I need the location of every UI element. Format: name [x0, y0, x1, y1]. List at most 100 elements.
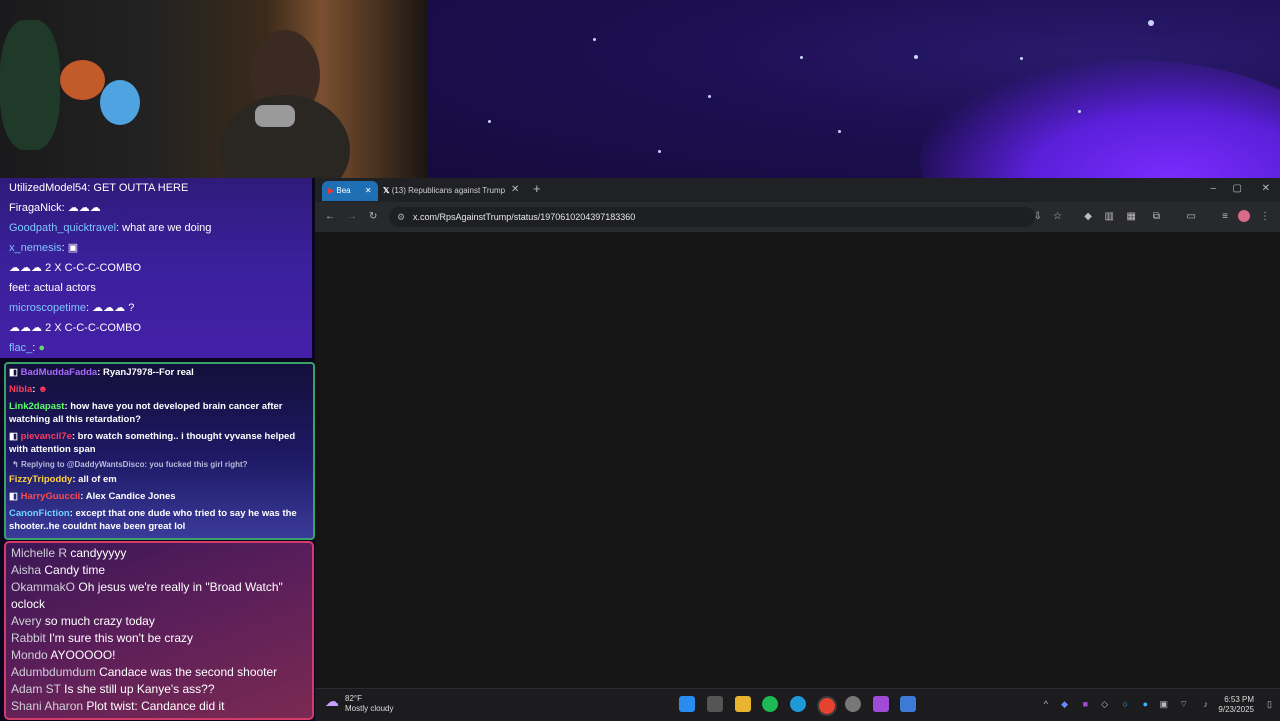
notification-icon[interactable]: ▯: [1267, 699, 1272, 710]
obs-icon[interactable]: [845, 696, 861, 712]
chat-username: Shani Aharon: [11, 699, 84, 713]
page-content: [315, 232, 1280, 688]
chat-line: FiragaNick: ☁☁☁: [0, 198, 312, 218]
chat-line: FizzyTripoddy: all of em: [9, 474, 117, 485]
chat-username: Adumbdumdum: [11, 665, 96, 679]
chat-panel-bottom: Michelle R candyyyyy Aisha Candy time Ok…: [4, 541, 314, 720]
star: [1148, 20, 1154, 26]
minimize-button[interactable]: –: [1210, 183, 1216, 195]
edge-icon[interactable]: [790, 696, 806, 712]
chat-line: Mondo AYOOOOO!: [6, 647, 312, 664]
weather-widget[interactable]: ☁ 82°F Mostly cloudy: [325, 694, 393, 714]
tray-app-icon[interactable]: ◆: [1061, 699, 1068, 710]
emote-icon: ☁☁☁: [9, 322, 46, 334]
chat-line: Michelle R candyyyyy: [6, 545, 312, 562]
tray-app-icon[interactable]: ■: [1083, 699, 1088, 709]
taskbar: ☁ 82°F Mostly cloudy ^ ◆ ■ ◇ ○ ● ▣ ⌔ ♪ 6…: [315, 688, 1280, 721]
address-bar[interactable]: ⚙ x.com/RpsAgainstTrump/status/197061020…: [389, 207, 1035, 227]
badge-icon: ◧: [9, 491, 21, 502]
chat-message: Candy time: [44, 563, 106, 577]
reply-context: ↰ Replying to @DaddyWantsDisco: you fuck…: [6, 458, 313, 471]
chat-username: Aisha: [11, 563, 42, 577]
extensions-puzzle-icon[interactable]: ⧉: [1153, 211, 1160, 223]
site-info-icon[interactable]: ⚙: [397, 207, 405, 227]
combo-text: 2 X C-C-C-COMBO: [45, 262, 142, 274]
extension-icon[interactable]: ▦: [1127, 211, 1136, 223]
chat-username: x_nemesis: [9, 242, 62, 254]
back-arrow-icon[interactable]: ←: [325, 211, 335, 223]
chat-message: Plot twist: Candance did it: [86, 699, 225, 713]
bookmark-star-icon[interactable]: ☆: [1053, 211, 1062, 223]
star: [593, 38, 596, 41]
tray-app-icon[interactable]: ○: [1123, 699, 1128, 709]
weather-temp: 82°F: [345, 694, 362, 703]
chat-username: Avery: [11, 614, 42, 628]
reload-icon[interactable]: ↻: [369, 211, 377, 223]
chat-username: OkammakO: [11, 580, 76, 594]
microphone-icon: [255, 105, 295, 127]
extension-icon[interactable]: ◆: [1084, 211, 1092, 223]
star: [658, 150, 661, 153]
clock-time: 6:53 PM: [1224, 695, 1254, 704]
chat-message: what are we doing: [122, 222, 212, 234]
profile-avatar[interactable]: [1238, 210, 1250, 222]
tab-close-icon[interactable]: ✕: [511, 184, 519, 196]
volume-icon[interactable]: ♪: [1204, 699, 1209, 709]
chat-line: Aisha Candy time: [6, 562, 312, 579]
forward-arrow-icon[interactable]: →: [347, 211, 357, 223]
task-view-icon[interactable]: [707, 696, 723, 712]
app-icon[interactable]: [873, 696, 889, 712]
browser-toolbar: ← → ↻ ⚙ x.com/RpsAgainstTrump/status/197…: [315, 202, 1280, 232]
tray-app-icon[interactable]: ◇: [1101, 699, 1108, 710]
spotify-icon[interactable]: [762, 696, 778, 712]
close-window-button[interactable]: ✕: [1262, 183, 1270, 195]
app-icon[interactable]: [900, 696, 916, 712]
maximize-button[interactable]: ▢: [1233, 183, 1242, 195]
star: [708, 95, 711, 98]
chat-message: so much crazy today: [44, 614, 155, 628]
chat-message: GET OUTTA HERE: [93, 182, 189, 194]
emote-icon: ☁☁☁: [9, 262, 46, 274]
tab-x[interactable]: 𝕏 (13) Republicans against Trump: [383, 181, 523, 201]
badge-icon: ◧: [9, 431, 21, 442]
file-explorer-icon[interactable]: [735, 696, 751, 712]
plush-toy-orange: [60, 60, 105, 100]
tray-chevron-icon[interactable]: ^: [1044, 699, 1048, 709]
url-text: x.com/RpsAgainstTrump/status/19706102043…: [413, 212, 636, 222]
install-icon[interactable]: ⇩: [1034, 211, 1042, 223]
tab-close-icon[interactable]: ✕: [365, 186, 372, 195]
chat-username: CanonFiction: [9, 508, 70, 519]
chat-line: microscopetime: ☁☁☁ ?: [0, 298, 312, 318]
new-tab-button[interactable]: +: [533, 182, 541, 195]
start-icon[interactable]: [679, 696, 695, 712]
chat-username: feet: [9, 282, 28, 294]
chat-line: ◧ pievancil7e: bro watch something.. i t…: [9, 431, 296, 455]
tray-app-icon[interactable]: ●: [1143, 699, 1148, 709]
media-icon[interactable]: ≡: [1222, 211, 1228, 223]
chat-username: BadMuddaFadda: [20, 367, 98, 378]
chat-message: I'm sure this won't be crazy: [49, 631, 193, 645]
emote-icon: ☁☁☁: [67, 202, 101, 214]
weather-desc: Mostly cloudy: [345, 704, 394, 713]
chrome-icon[interactable]: [817, 696, 837, 716]
reply-text: Replying to @DaddyWantsDisco: you fucked…: [20, 460, 248, 469]
clock-date: 9/23/2025: [1218, 705, 1254, 714]
chat-username: HarryGuuccii: [20, 491, 81, 502]
star: [800, 56, 803, 59]
menu-kebab-icon[interactable]: ⋮: [1260, 211, 1270, 223]
chat-panel-top: UtilizedModel54: GET OUTTA HERE FiragaNi…: [0, 178, 312, 358]
split-view-icon[interactable]: ▭: [1187, 211, 1196, 223]
extension-icon[interactable]: ▥: [1105, 211, 1114, 223]
plush-toy: [100, 80, 140, 125]
chat-line: ◧ HarryGuuccii: Alex Candice Jones: [9, 491, 176, 502]
tab-label: (13) Republicans against Trump: [391, 186, 506, 195]
star: [1078, 110, 1081, 113]
chat-message: Candace was the second shooter: [99, 665, 278, 679]
clock[interactable]: 6:53 PM 9/23/2025: [1218, 695, 1254, 715]
chat-message: candyyyyy: [70, 546, 127, 560]
wifi-icon[interactable]: ⌔: [1180, 699, 1188, 710]
chat-message: actual actors: [33, 282, 96, 294]
chat-line: Adumbdumdum Candace was the second shoot…: [6, 664, 312, 681]
tray-app-icon[interactable]: ▣: [1159, 699, 1168, 710]
tab-active[interactable]: ▶ Bea ✕: [322, 181, 378, 201]
